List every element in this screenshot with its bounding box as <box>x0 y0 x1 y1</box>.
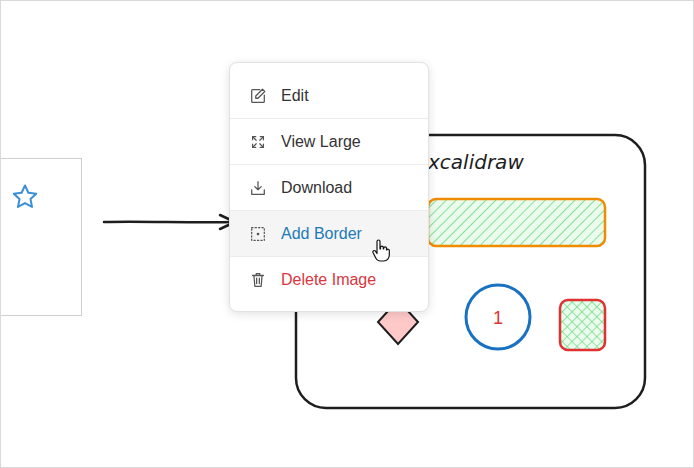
menu-item-label: Add Border <box>281 225 362 243</box>
menu-item[interactable]: View Large <box>230 119 428 165</box>
menu-item-label: Download <box>281 179 352 197</box>
download-icon <box>249 179 267 197</box>
star-icon[interactable] <box>11 183 39 211</box>
square-shape <box>560 300 605 350</box>
pointer-hand-icon <box>371 239 391 263</box>
canvas[interactable]: xcalidraw 1 Edit View Large Download Add Bord… <box>0 0 694 468</box>
bar-shape <box>428 199 605 246</box>
menu-item[interactable]: Download <box>230 165 428 211</box>
circle-label: 1 <box>493 308 503 328</box>
circle-shape <box>466 285 530 349</box>
border-icon <box>249 225 267 243</box>
menu-item[interactable]: Edit <box>230 73 428 119</box>
menu-item-label: Delete Image <box>281 271 376 289</box>
arrow-connector[interactable] <box>102 212 242 232</box>
image-title: xcalidraw <box>427 150 524 174</box>
menu-item-label: View Large <box>281 133 361 151</box>
image-card[interactable] <box>0 158 82 316</box>
menu-item[interactable]: Add Border <box>230 211 428 257</box>
trash-icon <box>249 271 267 289</box>
edit-icon <box>249 87 267 105</box>
expand-icon <box>249 133 267 151</box>
context-menu: Edit View Large Download Add Border Delete I… <box>229 62 429 312</box>
menu-item-label: Edit <box>281 87 309 105</box>
menu-item[interactable]: Delete Image <box>230 257 428 303</box>
